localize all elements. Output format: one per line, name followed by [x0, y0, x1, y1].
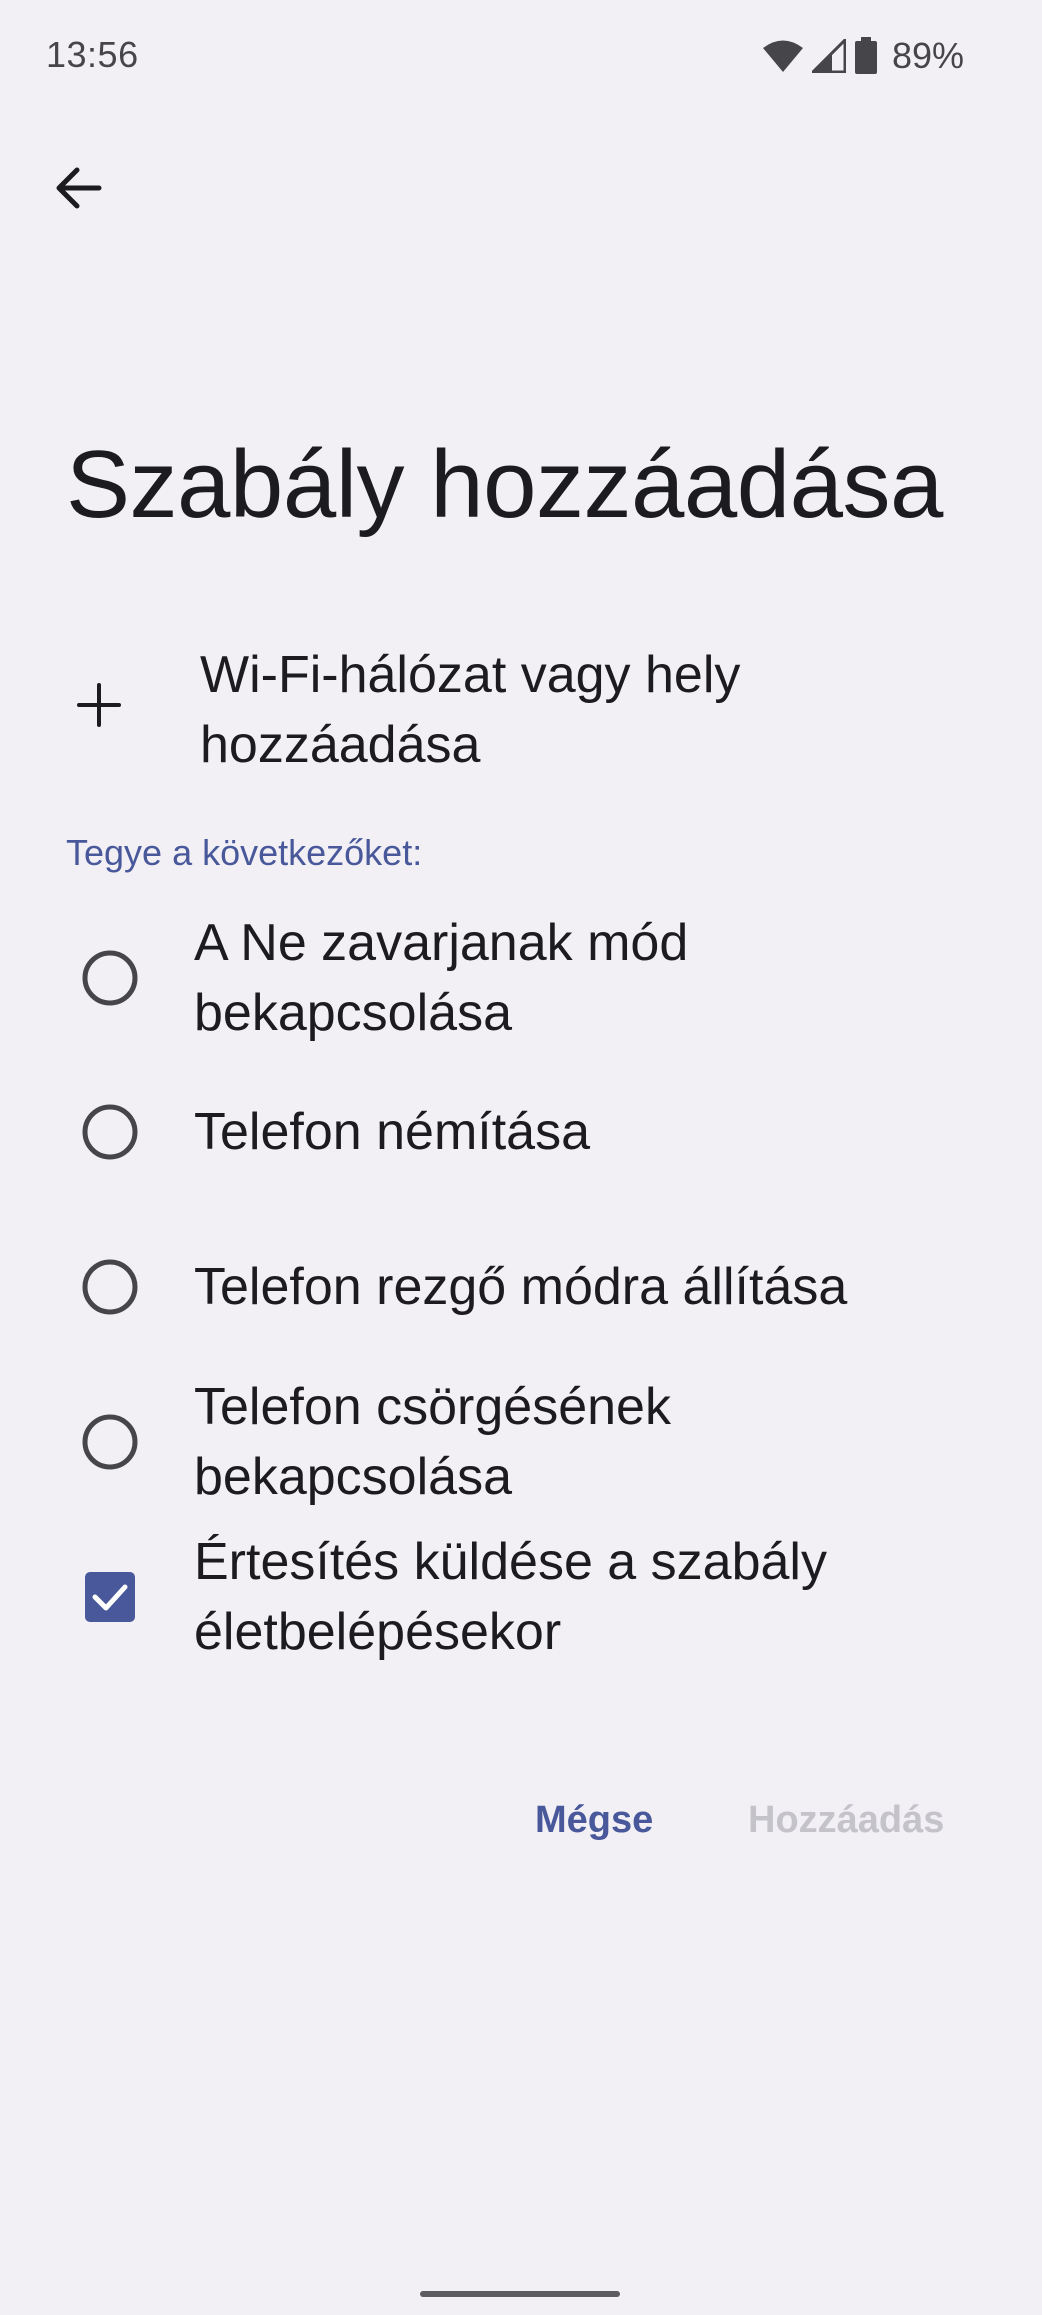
section-label: Tegye a következőket:	[66, 832, 423, 873]
option-dnd-on[interactable]: A Ne zavarjanak mód bekapcsolása	[0, 903, 1042, 1053]
option-label: A Ne zavarjanak mód bekapcsolása	[194, 914, 689, 1042]
checkbox[interactable]	[78, 1565, 142, 1629]
option-label: Telefon rezgő módra állítása	[194, 1258, 848, 1316]
add-button[interactable]: Hozzáadás	[748, 1780, 944, 1860]
radio-button[interactable]	[78, 1410, 142, 1474]
option-label: Telefon csörgésének bekapcsolása	[194, 1378, 671, 1506]
plus-icon	[74, 680, 124, 730]
arrow-back-icon	[53, 163, 103, 218]
cancel-button[interactable]: Mégse	[535, 1780, 653, 1860]
option-mute-phone[interactable]: Telefon némítása	[0, 1057, 1042, 1207]
option-label: Telefon némítása	[194, 1103, 591, 1161]
action-buttons: Mégse Hozzáadás	[0, 1780, 1042, 1860]
status-time: 13:56	[46, 34, 139, 75]
option-ring-phone[interactable]: Telefon csörgésének bekapcsolása	[0, 1367, 1042, 1517]
option-send-notification[interactable]: Értesítés küldése a szabály életbelépése…	[0, 1522, 1042, 1672]
option-vibrate-phone[interactable]: Telefon rezgő módra állítása	[0, 1212, 1042, 1362]
signal-icon	[811, 39, 846, 73]
battery-percent: 89%	[891, 35, 964, 76]
status-icons: 89%	[762, 34, 964, 78]
wifi-icon	[762, 39, 804, 73]
radio-button[interactable]	[78, 1100, 142, 1164]
home-indicator[interactable]	[420, 2291, 620, 2297]
status-bar: 13:56 89%	[0, 0, 1042, 110]
radio-button[interactable]	[78, 1255, 142, 1319]
radio-button[interactable]	[78, 946, 142, 1010]
page-title: Szabály hozzáadása	[66, 431, 943, 538]
add-location-label: Wi-Fi-hálózat vagy hely hozzáadása	[200, 646, 741, 774]
add-location-row[interactable]: Wi-Fi-hálózat vagy hely hozzáadása	[0, 630, 1042, 780]
battery-icon	[854, 37, 878, 75]
option-label: Értesítés küldése a szabály életbelépése…	[194, 1533, 827, 1661]
back-button[interactable]	[40, 152, 116, 228]
